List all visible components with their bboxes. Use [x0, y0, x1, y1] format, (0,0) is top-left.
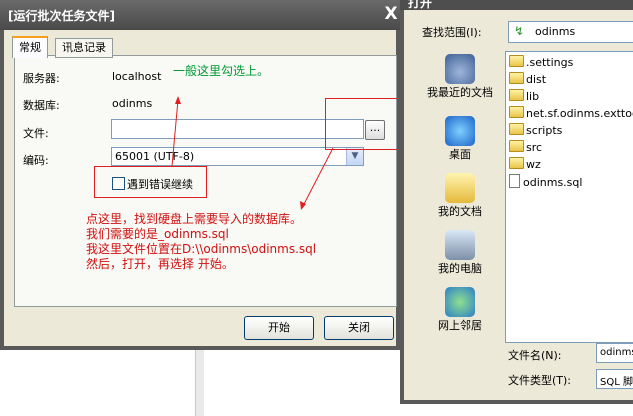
encoding-value: 65001 (UTF-8) [115, 150, 195, 163]
filetype-label: 文件类型(T): [508, 374, 572, 387]
close-button[interactable]: 关闭 [324, 316, 394, 340]
file-label: 文件: [23, 127, 49, 140]
dialog-titlebar[interactable]: [运行批次任务文件] X [0, 0, 400, 30]
open-file-dialog: 打开 查找范围(I): ↯ odinms 我最近的文档 桌面 我的文档 我的电脑 [400, 0, 633, 404]
red-annotation-line-4: 然后，打开，再选择 开始。 [86, 257, 234, 271]
start-button[interactable]: 开始 [244, 316, 314, 340]
folder-icon [509, 123, 524, 135]
folder-icon [509, 55, 524, 67]
look-in-select[interactable]: ↯ odinms [508, 21, 633, 43]
background-page-edge [195, 348, 204, 416]
list-item[interactable]: dist [509, 72, 546, 88]
filename-label: 文件名(N): [508, 349, 562, 362]
browse-highlight-box [325, 98, 398, 150]
server-label: 服务器: [23, 72, 60, 85]
open-dialog-titlebar[interactable]: 打开 [400, 0, 633, 10]
place-label: 我的电脑 [438, 262, 482, 275]
file-list[interactable]: .settings dist lib net.sf.odinms.exttoo … [505, 51, 633, 343]
tab-general[interactable]: 常规 [12, 36, 48, 58]
dialog-title: [运行批次任务文件] [8, 9, 115, 23]
folder-icon [509, 157, 524, 169]
filename-input[interactable]: odinms [596, 343, 633, 363]
place-label: 我最近的文档 [427, 86, 493, 99]
list-item[interactable]: net.sf.odinms.exttoo [509, 106, 633, 122]
close-icon[interactable]: X [382, 4, 400, 24]
place-label: 桌面 [449, 148, 471, 161]
sql-file-icon [509, 174, 520, 188]
folder-icon [509, 140, 524, 152]
tab-message-log[interactable]: 讯息记录 [55, 38, 113, 58]
place-label: 我的文档 [438, 205, 482, 218]
green-annotation: 一般这里勾选上。 [173, 64, 270, 78]
filetype-select[interactable]: SQL 脚 [596, 369, 633, 389]
list-item[interactable]: odinms.sql [509, 174, 582, 190]
place-my-documents[interactable]: 我的文档 [418, 173, 502, 219]
look-in-value: odinms [535, 25, 576, 38]
folder-shortcut-icon: ↯ [514, 24, 525, 38]
database-value: odinms [112, 97, 153, 110]
folder-icon [509, 106, 524, 118]
place-recent[interactable]: 我最近的文档 [418, 54, 502, 100]
database-label: 数据库: [23, 99, 60, 112]
list-item[interactable]: lib [509, 89, 539, 105]
place-desktop[interactable]: 桌面 [418, 116, 502, 162]
my-documents-icon [445, 173, 475, 203]
open-dialog-body: 查找范围(I): ↯ odinms 我最近的文档 桌面 我的文档 我的电脑 网上… [404, 10, 633, 400]
desktop-icon [445, 116, 475, 146]
recent-documents-icon [445, 54, 475, 84]
place-label: 网上邻居 [438, 319, 482, 332]
place-network[interactable]: 网上邻居 [418, 287, 502, 333]
list-item[interactable]: scripts [509, 123, 562, 139]
look-in-label: 查找范围(I): [422, 26, 482, 39]
list-item[interactable]: src [509, 140, 542, 156]
encoding-label: 编码: [23, 154, 49, 167]
folder-icon [509, 72, 524, 84]
my-computer-icon [445, 230, 475, 260]
list-item[interactable]: wz [509, 157, 541, 173]
checkbox-highlight-box [94, 166, 207, 198]
list-item[interactable]: .settings [509, 55, 573, 71]
network-places-icon [445, 287, 475, 317]
server-value: localhost [112, 70, 162, 83]
places-bar: 我最近的文档 桌面 我的文档 我的电脑 网上邻居 [418, 54, 502, 354]
folder-icon [509, 89, 524, 101]
place-my-computer[interactable]: 我的电脑 [418, 230, 502, 276]
chevron-down-icon[interactable]: ▼ [346, 148, 363, 165]
